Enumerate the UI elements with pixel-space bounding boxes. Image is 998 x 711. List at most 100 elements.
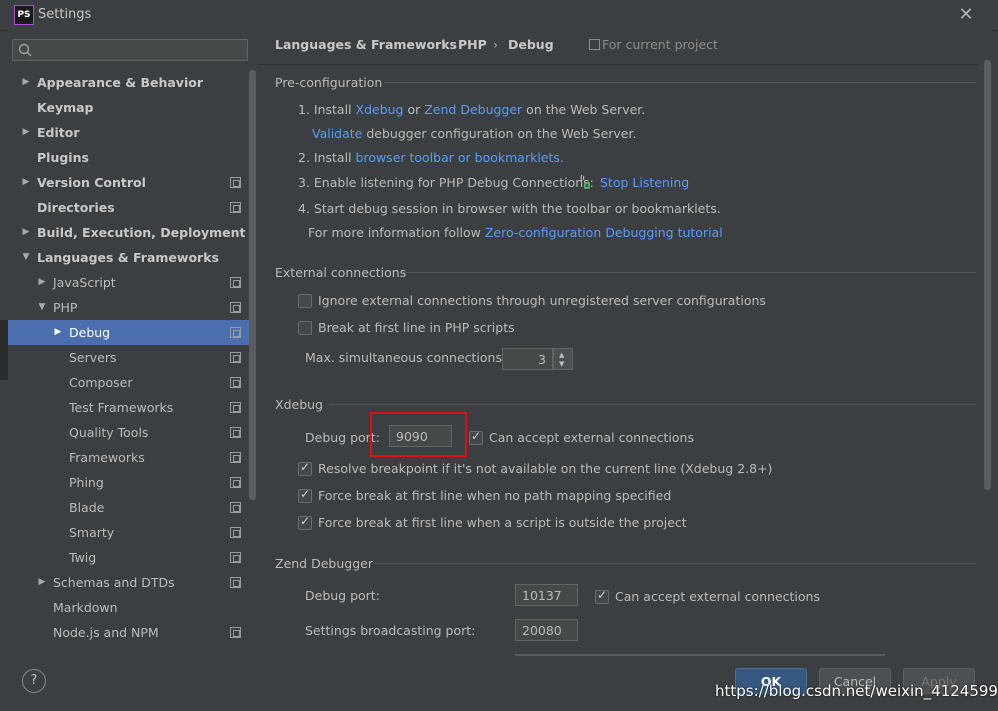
max-connections-input[interactable]: 3	[502, 348, 553, 370]
section-divider	[329, 404, 976, 405]
project-scope-icon	[230, 277, 241, 288]
sidebar-item-test-frameworks[interactable]: Test Frameworks	[8, 395, 249, 420]
chevron-right-icon[interactable]: ▶	[52, 320, 64, 345]
validate-link[interactable]: Validate	[312, 126, 362, 141]
sidebar-item-label: Quality Tools	[69, 425, 149, 440]
spinner-down-icon[interactable]: ▼	[559, 360, 564, 368]
project-scope-icon	[230, 177, 241, 188]
zend-port-input[interactable]: 10137	[515, 584, 578, 606]
force-break-nomap-checkbox[interactable]	[298, 487, 312, 503]
zend-port-label: Debug port:	[305, 588, 380, 603]
broadcast-port-label: Settings broadcasting port:	[305, 623, 476, 638]
sidebar-item-build-execution-deployment[interactable]: ▶ Build, Execution, Deployment	[8, 220, 249, 245]
xdebug-link[interactable]: Xdebug	[356, 102, 404, 117]
stop-listening-link[interactable]: Stop Listening	[600, 175, 689, 190]
project-scope-icon	[230, 527, 241, 538]
breadcrumb-languages[interactable]: Languages & Frameworks	[275, 37, 457, 52]
sidebar-item-schemas-and-dtds[interactable]: ▶ Schemas and DTDs	[8, 570, 249, 595]
sidebar-item-node-js-and-npm[interactable]: Node.js and NPM	[8, 620, 249, 645]
sidebar-item-label: Build, Execution, Deployment	[37, 225, 246, 240]
sidebar-scrollbar[interactable]	[249, 70, 256, 500]
sidebar-item-debug[interactable]: ▶ Debug	[8, 320, 249, 345]
sidebar-item-label: Editor	[37, 125, 80, 140]
chevron-right-icon[interactable]: ▶	[20, 220, 32, 245]
sidebar-item-version-control[interactable]: ▶ Version Control	[8, 170, 249, 195]
sidebar-item-frameworks[interactable]: Frameworks	[8, 445, 249, 470]
sidebar-item-twig[interactable]: Twig	[8, 545, 249, 570]
close-icon[interactable]: ✕	[955, 4, 977, 26]
broadcast-port-input[interactable]: 20080	[515, 619, 578, 641]
chevron-right-icon[interactable]: ▶	[20, 70, 32, 95]
sidebar-item-label: PHP	[53, 300, 78, 315]
breadcrumb-separator: ›	[443, 37, 448, 52]
search-icon	[18, 43, 32, 57]
sidebar-item-label: Blade	[69, 500, 105, 515]
sidebar-item-plugins[interactable]: Plugins	[8, 145, 249, 170]
step1-suffix: on the Web Server.	[522, 102, 646, 117]
break-first-line-checkbox[interactable]	[298, 321, 312, 335]
search-input[interactable]	[12, 39, 248, 61]
browser-toolbar-link[interactable]: browser toolbar or bookmarklets.	[356, 150, 564, 165]
content-scrollbar[interactable]	[984, 60, 991, 490]
chevron-right-icon[interactable]: ▶	[36, 270, 48, 295]
help-button[interactable]: ?	[22, 669, 46, 693]
project-scope-icon	[230, 377, 241, 388]
project-scope-icon	[230, 552, 241, 563]
project-scope-icon	[230, 477, 241, 488]
sidebar-item-label: Debug	[69, 325, 111, 340]
sidebar-item-servers[interactable]: Servers	[8, 345, 249, 370]
sidebar-item-php[interactable]: ▼ PHP	[8, 295, 249, 320]
resolve-breakpoint-label: Resolve breakpoint if it's not available…	[318, 461, 773, 476]
chevron-down-icon[interactable]: ▼	[20, 245, 32, 270]
sidebar-item-composer[interactable]: Composer	[8, 370, 249, 395]
preconfig-validate: Validate debugger configuration on the W…	[312, 126, 636, 141]
max-connections-spinner[interactable]: ▲ ▼	[553, 348, 573, 370]
preconfig-step1: 1. Install Xdebug or Zend Debugger on th…	[298, 102, 645, 117]
sidebar-item-label: Test Frameworks	[69, 400, 174, 415]
sidebar-item-markdown[interactable]: Markdown	[8, 595, 249, 620]
ignore-external-label: Ignore external connections through unre…	[318, 293, 766, 308]
force-break-outside-checkbox[interactable]	[298, 514, 312, 530]
background-edge	[0, 320, 8, 380]
watermark-text: https://blog.csdn.net/weixin_41245990	[715, 682, 998, 700]
breadcrumb-debug: Debug	[508, 37, 554, 52]
sidebar-item-label: Phing	[69, 475, 104, 490]
ignore-external-checkbox[interactable]	[298, 294, 312, 308]
sidebar-item-appearance-behavior[interactable]: ▶ Appearance & Behavior	[8, 70, 249, 95]
sidebar-item-smarty[interactable]: Smarty	[8, 520, 249, 545]
section-divider	[384, 82, 976, 83]
breadcrumb-php[interactable]: PHP	[458, 37, 487, 52]
sidebar-item-label: Keymap	[37, 100, 94, 115]
sidebar-item-keymap[interactable]: Keymap	[8, 95, 249, 120]
scope-label: For current project	[602, 37, 718, 52]
zend-accept-checkbox[interactable]	[595, 588, 609, 604]
sidebar-item-javascript[interactable]: ▶ JavaScript	[8, 270, 249, 295]
step1-or: or	[403, 102, 425, 117]
chevron-right-icon[interactable]: ▶	[20, 170, 32, 195]
preconfig-step4: 4. Start debug session in browser with t…	[298, 201, 721, 216]
sidebar-item-blade[interactable]: Blade	[8, 495, 249, 520]
window-title: Settings	[38, 7, 92, 22]
chevron-down-icon[interactable]: ▼	[36, 295, 48, 320]
zero-config-tutorial-link[interactable]: Zero-configuration Debugging tutorial	[485, 225, 723, 240]
project-scope-icon	[230, 577, 241, 588]
sidebar-item-phing[interactable]: Phing	[8, 470, 249, 495]
sidebar-item-languages-frameworks[interactable]: ▼ Languages & Frameworks	[8, 245, 249, 270]
project-scope-icon	[230, 427, 241, 438]
resolve-breakpoint-checkbox[interactable]	[298, 460, 312, 476]
chevron-right-icon[interactable]: ▶	[20, 120, 32, 145]
zend-debugger-link[interactable]: Zend Debugger	[424, 102, 522, 117]
spinner-up-icon[interactable]: ▲	[559, 351, 564, 359]
sidebar-item-quality-tools[interactable]: Quality Tools	[8, 420, 249, 445]
xdebug-accept-checkbox[interactable]	[469, 429, 483, 445]
title-bar	[0, 0, 998, 31]
sidebar-item-label: Composer	[69, 375, 133, 390]
listening-phone-icon	[580, 174, 590, 189]
validate-suffix: debugger configuration on the Web Server…	[362, 126, 637, 141]
sidebar-item-editor[interactable]: ▶ Editor	[8, 120, 249, 145]
force-break-outside-label: Force break at first line when a script …	[318, 515, 687, 530]
more-prefix: For more information follow	[308, 225, 485, 240]
sidebar-item-directories[interactable]: Directories	[8, 195, 249, 220]
chevron-right-icon[interactable]: ▶	[36, 570, 48, 595]
sidebar-item-label: JavaScript	[53, 275, 116, 290]
